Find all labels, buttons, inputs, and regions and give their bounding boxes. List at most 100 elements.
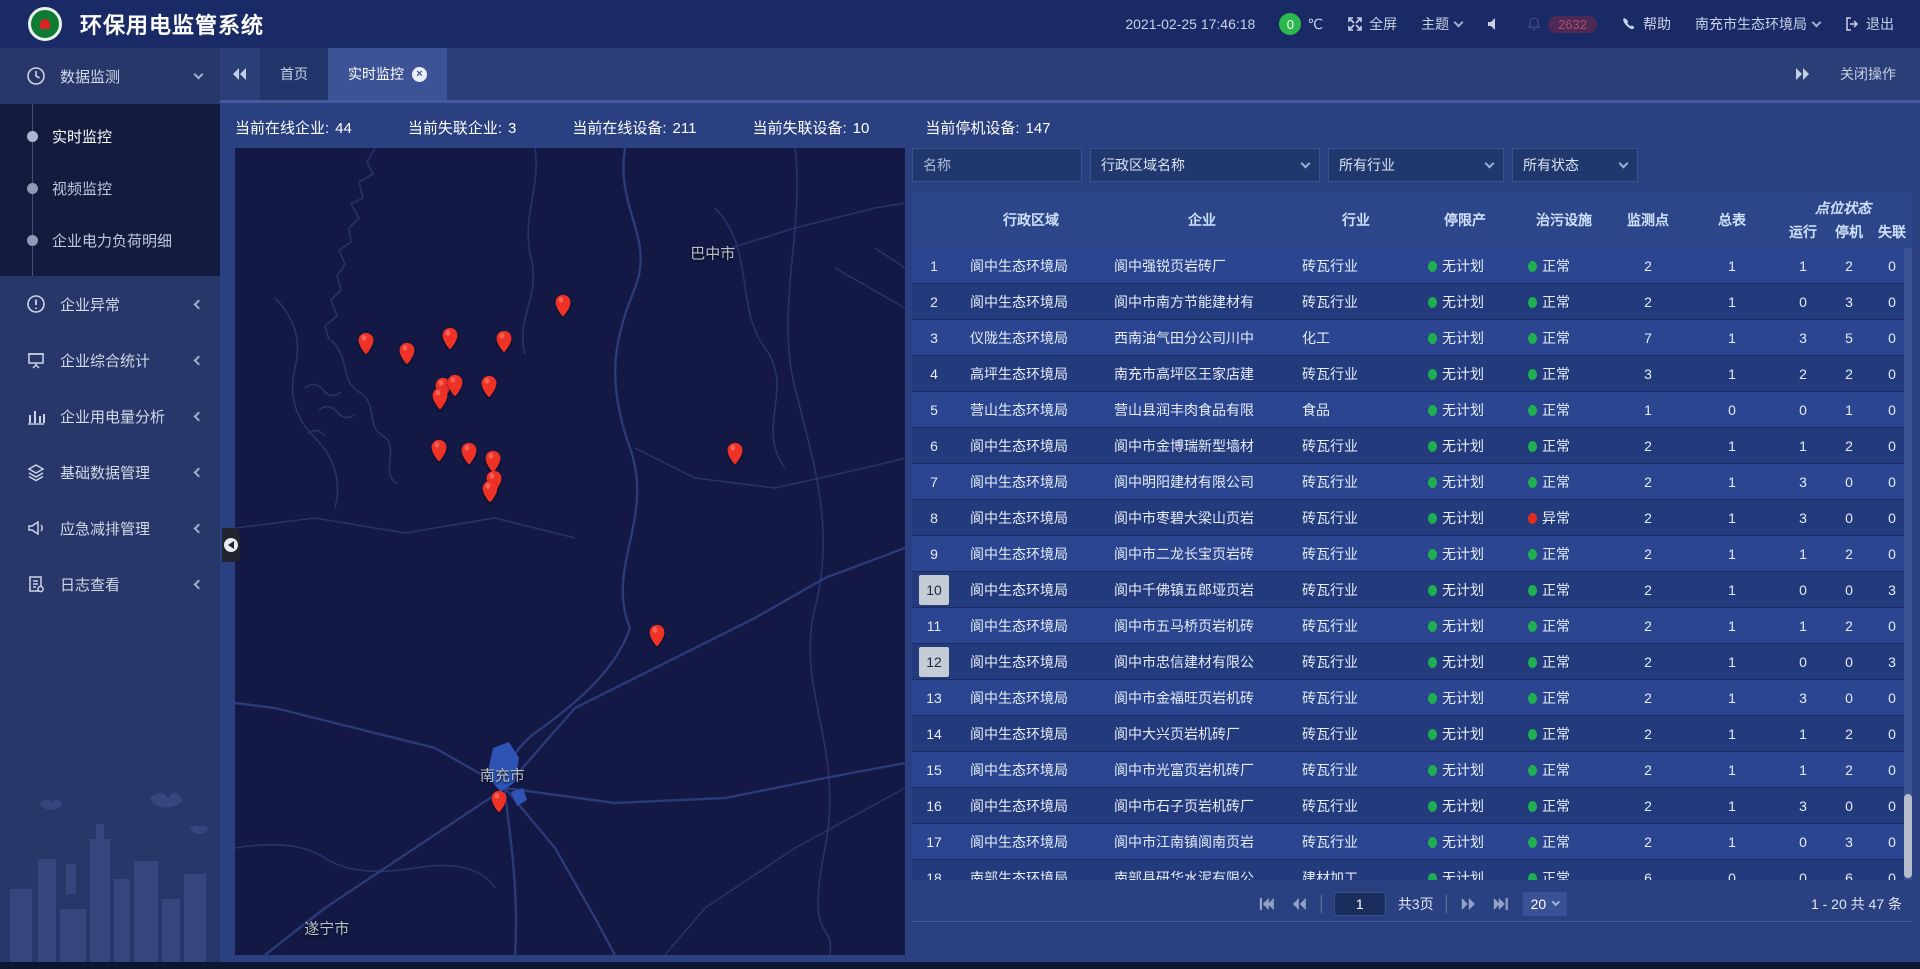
tab-bar: 首页 实时监控 × 关闭操作	[220, 48, 1920, 103]
sidebar-item-power-load-detail[interactable]: 企业电力负荷明细	[0, 214, 220, 266]
cell-stop: 0	[1826, 510, 1872, 526]
last-page-button[interactable]	[1491, 894, 1511, 914]
cell-meter: 1	[1684, 798, 1780, 814]
table-row[interactable]: 9 阆中生态环境局 阆中市二龙长宝页岩砖 砖瓦行业 无计划 正常 2 1 1 2…	[912, 536, 1912, 572]
mute-button[interactable]	[1486, 16, 1502, 32]
cell-points: 2	[1612, 762, 1684, 778]
map-pin-icon[interactable]	[460, 442, 477, 465]
sidebar-item-emergency[interactable]: 应急减排管理	[0, 500, 220, 556]
first-page-button[interactable]	[1257, 894, 1277, 914]
cell-run: 1	[1780, 618, 1826, 634]
next-page-button[interactable]	[1459, 894, 1479, 914]
tab-realtime-monitor[interactable]: 实时监控 ×	[328, 48, 447, 100]
table-scrollbar[interactable]	[1904, 248, 1912, 880]
notification-count-badge: 2632	[1548, 16, 1597, 33]
map-pin-icon[interactable]	[446, 374, 463, 397]
table-row[interactable]: 2 阆中生态环境局 阆中市南方节能建材有 砖瓦行业 无计划 正常 2 1 0 3…	[912, 284, 1912, 320]
cell-region: 阆中生态环境局	[956, 652, 1106, 672]
tab-home[interactable]: 首页	[260, 48, 328, 100]
fullscreen-icon	[1347, 16, 1363, 32]
scrollbar-thumb[interactable]	[1904, 794, 1912, 878]
map-pin-icon[interactable]	[480, 375, 497, 398]
sidebar-item-data-monitor[interactable]: 数据监测	[0, 48, 220, 104]
log-file-icon	[26, 574, 46, 594]
table-row[interactable]: 3 仪陇生态环境局 西南油气田分公司川中 化工 无计划 正常 7 1 3 5 0	[912, 320, 1912, 356]
cell-company: 阆中千佛镇五郎垭页岩	[1106, 580, 1298, 600]
map-pin-icon[interactable]	[649, 624, 666, 647]
help-button[interactable]: 帮助	[1621, 14, 1671, 34]
status-dot-icon	[1528, 261, 1537, 272]
sidebar-item-enterprise-abnormal[interactable]: 企业异常	[0, 276, 220, 332]
table-row[interactable]: 4 高坪生态环境局 南充市高坪区王家店建 砖瓦行业 无计划 正常 3 1 2 2…	[912, 356, 1912, 392]
page-number-input[interactable]	[1334, 892, 1386, 916]
name-search-input[interactable]	[912, 148, 1082, 182]
page-size-select[interactable]: 20	[1523, 892, 1568, 916]
map-pin-icon[interactable]	[555, 294, 572, 317]
tabs-scroll-right-button[interactable]	[1782, 54, 1822, 94]
table-row[interactable]: 14 阆中生态环境局 阆中大兴页岩机砖厂 砖瓦行业 无计划 正常 2 1 1 2…	[912, 716, 1912, 752]
map-pin-icon[interactable]	[399, 342, 416, 365]
map-pin-icon[interactable]	[726, 442, 743, 465]
cell-company: 阆中强锐页岩砖厂	[1106, 256, 1298, 276]
map-pin-icon[interactable]	[490, 790, 507, 813]
theme-dropdown[interactable]: 主题	[1421, 14, 1462, 34]
prev-page-button[interactable]	[1289, 894, 1309, 914]
sidebar-item-base-data[interactable]: 基础数据管理	[0, 444, 220, 500]
map-pin-icon[interactable]	[482, 480, 499, 503]
status-dot-icon	[1528, 837, 1537, 848]
map-pin-icon[interactable]	[442, 327, 459, 350]
col-meter: 总表	[1684, 210, 1780, 230]
cell-limit: 无计划	[1414, 760, 1516, 780]
status-dot-icon	[1428, 801, 1437, 812]
map-pin-icon[interactable]	[432, 387, 449, 410]
close-icon[interactable]: ×	[412, 67, 427, 82]
map-pin-icon[interactable]	[495, 330, 512, 353]
sidebar-item-enterprise-stats[interactable]: 企业综合统计	[0, 332, 220, 388]
panel-collapse-button[interactable]	[222, 528, 240, 562]
status-dot-icon	[1528, 801, 1537, 812]
status-dot-icon	[1528, 549, 1537, 560]
table-row[interactable]: 16 阆中生态环境局 阆中市石子页岩机砖厂 砖瓦行业 无计划 正常 2 1 3 …	[912, 788, 1912, 824]
table-row[interactable]: 10 阆中生态环境局 阆中千佛镇五郎垭页岩 砖瓦行业 无计划 正常 2 1 0 …	[912, 572, 1912, 608]
table-row[interactable]: 15 阆中生态环境局 阆中市光富页岩机砖厂 砖瓦行业 无计划 正常 2 1 1 …	[912, 752, 1912, 788]
table-row[interactable]: 6 阆中生态环境局 阆中市金博瑞新型墙材 砖瓦行业 无计划 正常 2 1 1 2…	[912, 428, 1912, 464]
table-row[interactable]: 17 阆中生态环境局 阆中市江南镇阆南页岩 砖瓦行业 无计划 正常 2 1 0 …	[912, 824, 1912, 860]
map-pin-icon[interactable]	[430, 439, 447, 462]
row-number: 2	[912, 287, 956, 317]
cell-meter: 1	[1684, 726, 1780, 742]
cell-points: 2	[1612, 438, 1684, 454]
cell-facility: 正常	[1516, 868, 1612, 881]
region-select[interactable]: 行政区域名称	[1090, 148, 1320, 182]
map-pin-icon[interactable]	[358, 332, 375, 355]
cell-region: 阆中生态环境局	[956, 472, 1106, 492]
cell-meter: 1	[1684, 510, 1780, 526]
sidebar-item-power-analysis[interactable]: 企业用电量分析	[0, 388, 220, 444]
sidebar-item-video-monitor[interactable]: 视频监控	[0, 162, 220, 214]
industry-select[interactable]: 所有行业	[1328, 148, 1504, 182]
logout-button[interactable]: 退出	[1844, 14, 1894, 34]
table-row[interactable]: 5 营山生态环境局 营山县润丰肉食品有限 食品 无计划 正常 1 0 0 1 0	[912, 392, 1912, 428]
table-row[interactable]: 8 阆中生态环境局 阆中市枣碧大梁山页岩 砖瓦行业 无计划 异常 2 1 3 0…	[912, 500, 1912, 536]
org-dropdown[interactable]: 南充市生态环境局	[1695, 14, 1820, 34]
cell-region: 阆中生态环境局	[956, 616, 1106, 636]
notification-button[interactable]: 2632	[1526, 16, 1597, 33]
sidebar-item-logs[interactable]: 日志查看	[0, 556, 220, 612]
bullet-dot-icon	[27, 131, 38, 142]
cell-region: 阆中生态环境局	[956, 544, 1106, 564]
table-row[interactable]: 7 阆中生态环境局 阆中明阳建材有限公司 砖瓦行业 无计划 正常 2 1 3 0…	[912, 464, 1912, 500]
chevron-down-icon	[1485, 158, 1495, 168]
row-number: 3	[912, 323, 956, 353]
tabs-scroll-left-button[interactable]	[220, 54, 260, 94]
cell-facility: 正常	[1516, 760, 1612, 780]
table-row[interactable]: 11 阆中生态环境局 阆中市五马桥页岩机砖 砖瓦行业 无计划 正常 2 1 1 …	[912, 608, 1912, 644]
table-row[interactable]: 12 阆中生态环境局 阆中市忠信建材有限公 砖瓦行业 无计划 正常 2 1 0 …	[912, 644, 1912, 680]
table-row[interactable]: 13 阆中生态环境局 阆中市金福旺页岩机砖 砖瓦行业 无计划 正常 2 1 3 …	[912, 680, 1912, 716]
cell-meter: 1	[1684, 258, 1780, 274]
fullscreen-button[interactable]: 全屏	[1347, 14, 1397, 34]
status-select[interactable]: 所有状态	[1512, 148, 1638, 182]
sidebar-item-realtime-monitor[interactable]: 实时监控	[0, 110, 220, 162]
map-canvas[interactable]: 巴中市南充市遂宁市	[235, 148, 905, 955]
table-row[interactable]: 18 南部生态环境局 南部县研华水泥有限公 建材加工 无计划 正常 6 0 0 …	[912, 860, 1912, 880]
close-operations-dropdown[interactable]: 关闭操作	[1840, 64, 1896, 84]
table-row[interactable]: 1 阆中生态环境局 阆中强锐页岩砖厂 砖瓦行业 无计划 正常 2 1 1 2 0	[912, 248, 1912, 284]
